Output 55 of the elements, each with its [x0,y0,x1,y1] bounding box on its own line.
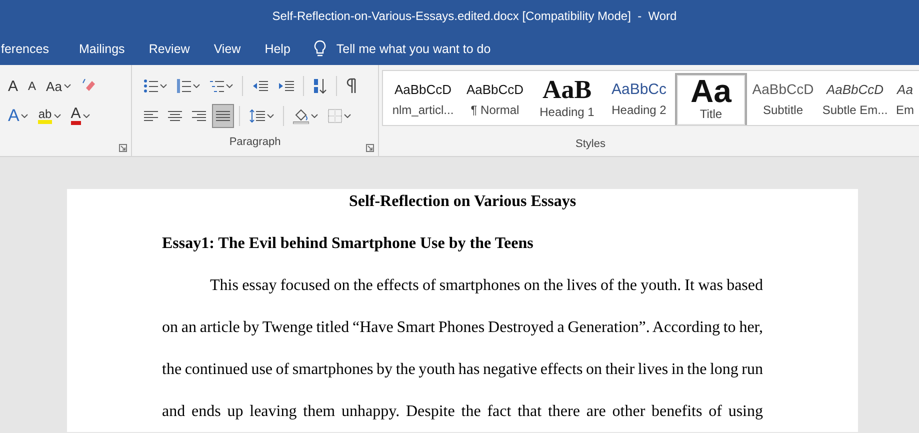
ribbon-tab[interactable]: Help [252,42,302,56]
numbered-list-icon [177,79,191,93]
caret-icon [226,84,233,88]
change-case-button[interactable]: Aa [42,74,75,98]
tell-me-search[interactable]: Tell me what you want to do [310,40,495,57]
style-item[interactable]: AaBbCcD ¶ Normal [459,73,531,126]
grow-font-button[interactable]: A [4,74,22,98]
multilevel-list-icon [210,79,224,93]
align-right-icon [192,110,206,122]
lightbulb-icon [314,40,326,57]
shrink-font-button[interactable]: A [24,74,40,98]
style-item[interactable]: AaBbCcD nlm_articl... [387,73,459,126]
borders-icon [328,109,342,123]
caret-icon [267,114,274,118]
essay-paragraph: This essay focused on the effects of smartphones on the lives of the youth. It was based on an article by Twenge titled “Have Smart Phones Destroyed a Generation”. According to her, the continued use of smartphones by the youth has negative effects on their lives in the long run and ends up leaving them unhappy. Despite the fact that there are other benefits of using [162,276,763,422]
justify-button[interactable] [212,104,234,128]
caret-icon [344,114,351,118]
style-item[interactable]: AaBbCcD Subtle Em... [819,73,891,126]
group-label: Paragraph [229,136,281,148]
ribbon-tab[interactable]: Review [136,42,202,56]
font-color-button[interactable]: A [66,104,94,128]
style-item[interactable]: Aa Em [891,73,919,126]
caret-icon [21,114,28,118]
window-title: Self-Reflection-on-Various-Essays.edited.docx [Compatibility Mode] - Word [271,9,677,23]
highlight-button[interactable]: ab [34,104,65,128]
dialog-launcher-icon [119,144,127,152]
group-label: Styles [576,138,606,150]
caret-icon [160,84,167,88]
dialog-launcher-icon [366,144,374,152]
essay-heading: Essay1: The Evil behind Smartphone Use by the Teens [162,234,534,254]
align-center-icon [168,110,182,122]
text-effects-button[interactable]: A [4,104,32,128]
sort-arrow-icon [313,78,327,94]
bullet-list-icon [144,79,158,93]
style-item[interactable]: AaBbCc Heading 2 [603,73,675,126]
caret-icon [54,114,61,118]
caret-icon [311,114,318,118]
increase-indent-icon [278,80,294,92]
caret-icon [64,84,71,88]
decrease-indent-icon [252,80,268,92]
caret-icon [82,114,90,118]
paint-bucket-icon [293,108,309,124]
pilcrow-icon [346,78,356,94]
line-spacing-icon [249,109,265,123]
ribbon-tab[interactable]: View [202,42,253,56]
style-item[interactable]: Aa Title [675,73,747,126]
ribbon-tab[interactable]: ferences [0,42,61,56]
document-title: Self-Reflection on Various Essays [348,192,578,212]
style-item[interactable]: AaB Heading 1 [531,73,603,126]
align-left-icon [144,110,158,122]
ribbon-tab[interactable]: Mailings [66,42,137,56]
eraser-icon [80,79,97,93]
style-item[interactable]: AaBbCcD Subtitle [747,73,819,126]
justify-icon [216,110,230,122]
caret-icon [193,84,200,88]
